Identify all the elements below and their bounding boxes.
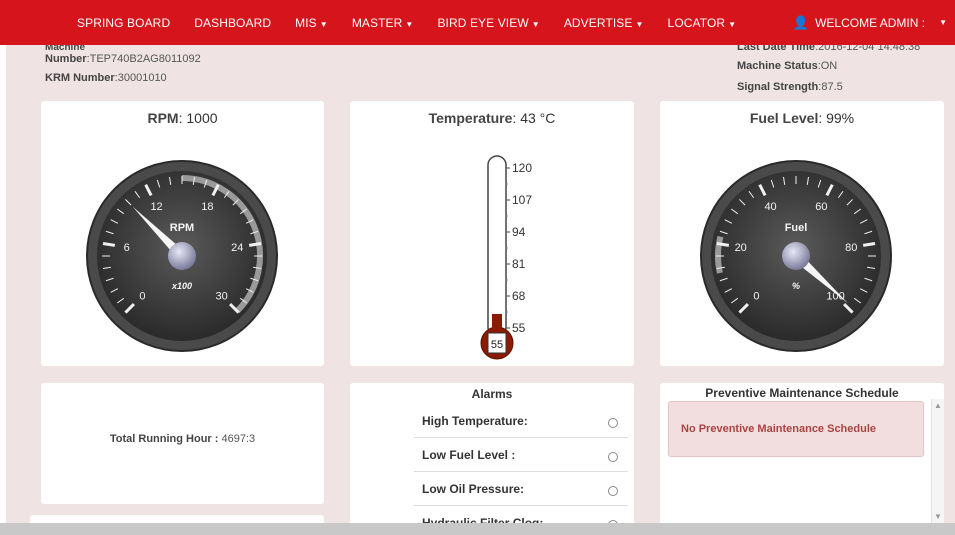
pm-message: No Preventive Maintenance Schedule — [681, 423, 877, 435]
horizontal-scrollbar[interactable] — [0, 523, 955, 535]
nav-item-bird-eye-view[interactable]: BIRD EYE VIEW ▼ — [437, 16, 539, 30]
alarm-row: Low Fuel Level : — [414, 439, 628, 472]
last-date-time: Last Date Time:2016-12-04 14:48:38 — [737, 45, 921, 53]
pm-title: Preventive Maintenance Schedule — [705, 386, 899, 400]
user-icon: 👤 — [792, 14, 810, 30]
rpm-gauge: 0 6 12 18 24 30 RPM x100 — [86, 160, 278, 352]
alarm-row: Low Oil Pressure: — [414, 473, 628, 506]
alarm-label: High Temperature: — [422, 414, 528, 428]
nav-item-master[interactable]: MASTER ▼ — [352, 16, 414, 30]
rpm-panel: RPM: 1000 0 6 12 18 24 30 RPM x100 — [41, 101, 324, 366]
chevron-down-icon: ▼ — [939, 18, 947, 27]
gauge-tick-label: 20 — [735, 242, 747, 254]
scroll-up-icon[interactable]: ▲ — [934, 401, 942, 410]
thermometer-tube — [487, 155, 507, 337]
gauge-hub — [168, 242, 196, 270]
thermometer-scale-label: 55 — [512, 321, 526, 335]
gauge-hub — [782, 242, 810, 270]
gauge-tick-label: 0 — [753, 291, 759, 303]
nav-item-label: SPRING BOARD — [77, 15, 171, 30]
gauge-tick-label: 18 — [201, 201, 213, 213]
running-hour-panel: Total Running Hour : 4697:3 — [41, 383, 324, 504]
gauge-tick-label: 30 — [215, 291, 227, 303]
nav-item-spring-board[interactable]: SPRING BOARD — [77, 16, 170, 30]
welcome-label: WELCOME ADMIN : — [815, 15, 926, 30]
alarm-indicator-icon — [608, 486, 618, 496]
gauge-tick-label: 24 — [231, 242, 243, 254]
gauge-label: Fuel — [785, 222, 808, 234]
chevron-down-icon: ▼ — [531, 19, 540, 29]
scroll-down-icon[interactable]: ▼ — [934, 512, 942, 521]
user-menu[interactable]: 👤 WELCOME ADMIN : ▼ — [793, 0, 947, 45]
alarm-row: Hydraulic Filter Clog: — [414, 507, 628, 523]
machine-status: Machine Status:ON — [737, 60, 838, 72]
gauge-major-tick — [862, 242, 876, 247]
nav-item-label: BIRD EYE VIEW — [437, 15, 529, 30]
gauge-tick-label: 6 — [124, 242, 130, 254]
pm-panel: Preventive Maintenance Schedule No Preve… — [660, 383, 944, 523]
nav-item-dashboard[interactable]: DASHBOARD — [194, 16, 271, 30]
nav-item-label: MASTER — [351, 15, 403, 30]
krm-number: KRM Number:30001010 — [45, 72, 167, 84]
alarm-label: Hydraulic Filter Clog: — [422, 516, 544, 523]
chevron-down-icon: ▼ — [635, 19, 644, 29]
chevron-down-icon: ▼ — [319, 19, 328, 29]
nav-item-label: LOCATOR — [667, 15, 726, 30]
gauge-unit: % — [792, 281, 800, 291]
gauge-tick-label: 0 — [139, 291, 145, 303]
alarm-label: Low Fuel Level : — [422, 448, 516, 462]
alarm-label: Low Oil Pressure: — [422, 482, 525, 496]
thermometer-scale-label: 81 — [512, 257, 526, 271]
thermometer-scale-label: 68 — [512, 289, 526, 303]
gauge-tick-label: 80 — [845, 242, 857, 254]
panel-stub — [30, 515, 324, 523]
chevron-down-icon: ▼ — [405, 19, 414, 29]
machine-label: Machine — [45, 45, 86, 53]
fuel-panel: Fuel Level: 99% 0 20 40 60 80 100 Fuel% — [660, 101, 944, 366]
pm-scrollbar[interactable]: ▲ ▼ — [931, 399, 944, 523]
alarms-title: Alarms — [471, 387, 513, 401]
pm-alert: No Preventive Maintenance Schedule — [668, 401, 924, 457]
thermometer: 55 120 107 94 81 68 55 — [480, 155, 532, 360]
gauge-tick-label: 12 — [150, 201, 162, 213]
nav-item-locator[interactable]: LOCATOR ▼ — [668, 16, 737, 30]
fuel-title: Fuel Level: 99% — [749, 110, 855, 126]
fuel-gauge: 02040 6080100Fuel% — [700, 160, 892, 352]
nav-item-label: MIS — [295, 15, 317, 30]
gauge-major-tick — [102, 242, 116, 247]
thermometer-scale-label: 94 — [512, 225, 526, 239]
alarm-indicator-icon — [608, 452, 618, 462]
gauge-major-tick — [716, 242, 730, 247]
gauge-major-tick — [248, 242, 262, 247]
thermometer-scale-label: 107 — [512, 193, 532, 207]
temperature-title: Temperature: 43 °C — [428, 110, 556, 126]
gauge-tick-label: 40 — [764, 201, 776, 213]
rpm-title: RPM: 1000 — [147, 110, 218, 126]
thermometer-value: 55 — [491, 339, 503, 351]
alarms-panel: Alarms High Temperature: Low Fuel Level :… — [350, 383, 634, 523]
chevron-down-icon: ▼ — [728, 19, 737, 29]
top-navbar: SPRING BOARD DASHBOARD MIS ▼ MASTER ▼ BIRD EYE… — [0, 0, 955, 45]
alarm-indicator-icon — [608, 418, 618, 428]
nav-item-label: ADVERTISE — [563, 15, 633, 30]
nav-item-mis[interactable]: MIS ▼ — [295, 16, 328, 30]
dashboard-content: Machine Number:TEP740B2AG8011092 KRM Num… — [6, 45, 955, 523]
alarm-row: High Temperature: — [414, 405, 628, 438]
temperature-panel: Temperature: 43 °C 55 120 107 94 81 68 55 — [350, 101, 634, 366]
gauge-unit: x100 — [171, 281, 192, 291]
machine-number: Number:TEP740B2AG8011092 — [45, 53, 201, 65]
gauge-tick-label: 60 — [815, 201, 827, 213]
nav-item-label: DASHBOARD — [194, 15, 272, 30]
thermometer-scale-label: 120 — [512, 161, 532, 175]
nav-item-advertise[interactable]: ADVERTISE ▼ — [564, 16, 644, 30]
nav-menu: SPRING BOARD DASHBOARD MIS ▼ MASTER ▼ BIRD EYE… — [77, 0, 760, 45]
running-hour: Total Running Hour : 4697:3 — [109, 433, 256, 445]
gauge-label: RPM — [170, 222, 194, 234]
signal-strength: Signal Strength:87.5 — [737, 81, 843, 93]
